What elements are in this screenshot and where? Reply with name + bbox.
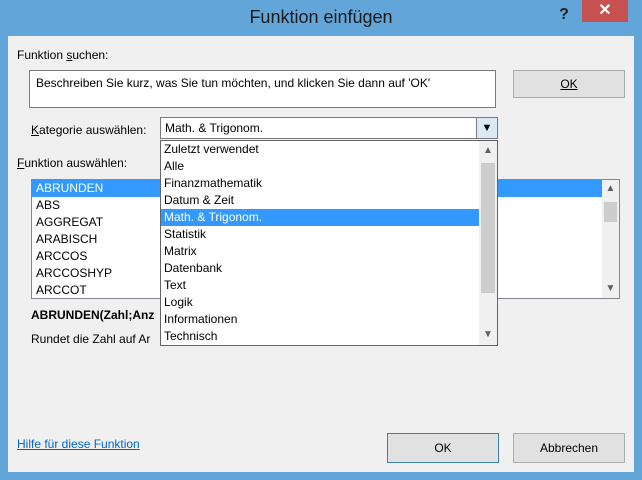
dropdown-scrollbar[interactable]: ▲ ▼: [479, 141, 497, 345]
dialog-title: Funktion einfügen: [249, 7, 393, 27]
dropdown-option[interactable]: Datenbank: [161, 260, 497, 277]
category-label-post: ategorie auswählen:: [39, 123, 147, 137]
scroll-down-icon[interactable]: ▼: [602, 283, 619, 294]
dropdown-option[interactable]: Math. & Trigonom.: [161, 209, 497, 226]
scroll-down-icon[interactable]: ▼: [479, 329, 497, 340]
dropdown-option[interactable]: Matrix: [161, 243, 497, 260]
dropdown-option[interactable]: Informationen: [161, 311, 497, 328]
category-dropdown-list[interactable]: Zuletzt verwendet Alle Finanzmathematik …: [160, 140, 498, 346]
cancel-button[interactable]: Abbrechen: [513, 433, 625, 463]
dropdown-option[interactable]: Text: [161, 277, 497, 294]
dropdown-option[interactable]: Alle: [161, 158, 497, 175]
title-bar[interactable]: Funktion einfügen ? ✕: [0, 0, 642, 36]
search-label-pre: Funktion: [17, 48, 67, 62]
scroll-up-icon[interactable]: ▲: [479, 145, 497, 156]
functions-label-post: unktion auswählen:: [24, 156, 128, 170]
search-ok-label: OK: [560, 77, 578, 91]
help-icon[interactable]: ?: [553, 4, 575, 26]
dropdown-option[interactable]: Datum & Zeit: [161, 192, 497, 209]
search-label-post: uchen:: [72, 48, 109, 62]
search-input[interactable]: Beschreiben Sie kurz, was Sie tun möchte…: [29, 70, 496, 108]
ok-button[interactable]: OK: [387, 433, 499, 463]
scrollbar-thumb[interactable]: [604, 202, 617, 222]
functions-label: Funktion auswählen:: [17, 156, 127, 170]
close-button[interactable]: ✕: [582, 0, 628, 22]
dialog-window: Funktion einfügen ? ✕ Funktion suchen: B…: [0, 0, 642, 480]
function-description: Rundet die Zahl auf Ar: [31, 332, 151, 346]
category-combobox[interactable]: Math. & Trigonom. ▼: [160, 117, 498, 139]
function-list-scrollbar[interactable]: ▲ ▼: [602, 180, 619, 298]
dropdown-option[interactable]: Finanzmathematik: [161, 175, 497, 192]
dropdown-option[interactable]: Zuletzt verwendet: [161, 141, 497, 158]
scroll-up-icon[interactable]: ▲: [602, 183, 619, 194]
chevron-down-icon[interactable]: ▼: [476, 118, 497, 138]
dropdown-option[interactable]: Statistik: [161, 226, 497, 243]
dialog-client: Funktion suchen: Beschreiben Sie kurz, w…: [8, 36, 634, 472]
dropdown-option[interactable]: Logik: [161, 294, 497, 311]
search-label: Funktion suchen:: [17, 48, 108, 62]
scrollbar-thumb[interactable]: [481, 163, 495, 293]
category-label: Kategorie auswählen:: [31, 123, 146, 137]
dropdown-option[interactable]: Technisch: [161, 328, 497, 345]
function-signature: ABRUNDEN(Zahl;Anz: [31, 308, 155, 322]
category-selected-value: Math. & Trigonom.: [165, 121, 264, 135]
help-link[interactable]: Hilfe für diese Funktion: [17, 437, 140, 451]
search-ok-button[interactable]: OK: [513, 70, 625, 98]
category-label-accel: K: [31, 123, 40, 137]
